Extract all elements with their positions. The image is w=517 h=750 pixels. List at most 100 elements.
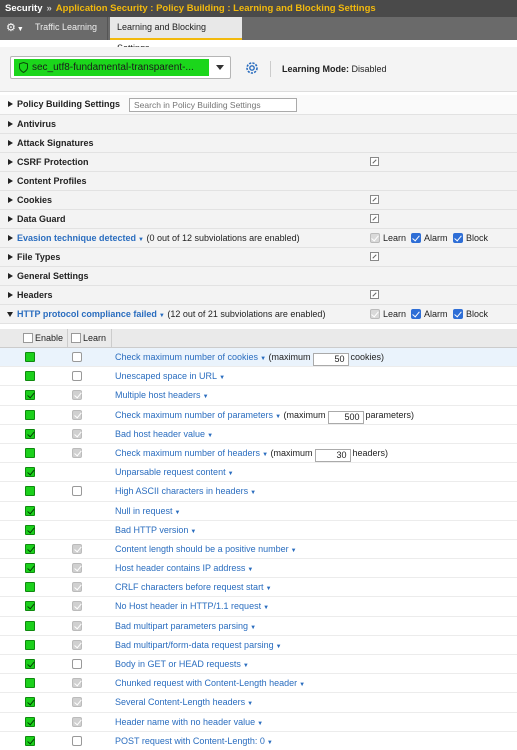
expand-icon[interactable] <box>8 140 13 146</box>
enable-checkbox[interactable] <box>25 563 35 574</box>
subviolation-name[interactable]: Check maximum number of headers ▼ (maximu… <box>115 448 388 462</box>
external-link-icon[interactable] <box>370 252 379 261</box>
chevron-down-icon[interactable]: ▼ <box>243 663 249 669</box>
subviolation-name[interactable]: Multiple host headers ▼ <box>115 390 209 400</box>
subviolation-label[interactable]: Multiple host headers <box>115 390 201 400</box>
chevron-down-icon[interactable]: ▼ <box>175 510 181 516</box>
subviolation-label[interactable]: High ASCII characters in headers <box>115 486 248 496</box>
enable-checkbox[interactable] <box>25 735 35 746</box>
external-link-icon[interactable] <box>370 195 379 204</box>
learn-checkbox[interactable] <box>72 447 82 458</box>
chevron-down-icon[interactable]: ▼ <box>138 237 144 243</box>
learn-checkbox[interactable] <box>72 716 82 727</box>
subviolation-name[interactable]: Several Content-Length headers ▼ <box>115 697 253 707</box>
violation-link[interactable]: HTTP protocol compliance failed <box>17 309 157 319</box>
learn-checkbox[interactable] <box>72 543 82 554</box>
enable-checkbox[interactable] <box>25 409 35 420</box>
enable-checkbox[interactable] <box>25 486 35 497</box>
subviolation-label[interactable]: Bad multipart parameters parsing <box>115 621 248 631</box>
learn-checkbox[interactable] <box>72 678 82 689</box>
subviolation-name[interactable]: Check maximum number of parameters ▼ (max… <box>115 410 414 424</box>
learn-flag[interactable]: Learn <box>370 309 406 320</box>
alarm-checkbox[interactable] <box>411 309 421 319</box>
subviolation-name[interactable]: No Host header in HTTP/1.1 request ▼ <box>115 601 269 611</box>
chevron-down-icon[interactable]: ▼ <box>266 586 272 592</box>
subviolation-name[interactable]: Body in GET or HEAD requests ▼ <box>115 659 249 669</box>
chevron-down-icon[interactable]: ▼ <box>159 313 165 319</box>
section-content-profiles[interactable]: Content Profiles <box>0 172 517 191</box>
alarm-flag[interactable]: Alarm <box>411 233 448 244</box>
subviolation-name[interactable]: POST request with Content-Length: 0 ▼ <box>115 736 273 746</box>
learn-checkbox[interactable] <box>72 352 82 362</box>
chevron-down-icon[interactable]: ▼ <box>276 644 282 650</box>
section-label[interactable]: HTTP protocol compliance failed ▼ (12 out… <box>17 309 325 319</box>
learn-all-checkbox[interactable] <box>71 333 81 343</box>
subviolation-name[interactable]: Bad multipart parameters parsing ▼ <box>115 621 256 631</box>
section-attack-signatures[interactable]: Attack Signatures <box>0 134 517 153</box>
collapse-icon[interactable] <box>7 312 13 317</box>
chevron-down-icon[interactable]: ▼ <box>250 625 256 631</box>
expand-icon[interactable] <box>8 159 13 165</box>
chevron-down-icon[interactable]: ▼ <box>257 721 263 727</box>
section-evasion-technique[interactable]: Evasion technique detected ▼ (0 out of 12… <box>0 229 517 248</box>
subviolation-name[interactable]: Bad HTTP version ▼ <box>115 525 196 535</box>
enable-checkbox[interactable] <box>25 582 35 593</box>
enable-checkbox[interactable] <box>25 467 35 478</box>
learn-checkbox[interactable] <box>370 309 380 319</box>
subviolation-name[interactable]: Check maximum number of cookies ▼ (maximu… <box>115 352 384 366</box>
subviolation-label[interactable]: Bad host header value <box>115 429 205 439</box>
chevron-down-icon[interactable]: ▼ <box>203 394 209 400</box>
enable-all-checkbox[interactable] <box>23 333 33 343</box>
external-link-icon[interactable] <box>370 290 379 299</box>
chevron-down-icon[interactable]: ▼ <box>267 740 273 746</box>
subviolation-name[interactable]: CRLF characters before request start ▼ <box>115 582 272 592</box>
enable-column-header[interactable]: Enable <box>21 329 66 348</box>
subviolation-name[interactable]: High ASCII characters in headers ▼ <box>115 486 256 496</box>
subviolation-name[interactable]: Unescaped space in URL ▼ <box>115 371 225 381</box>
enable-checkbox[interactable] <box>25 697 35 708</box>
enable-checkbox[interactable] <box>25 716 35 727</box>
subviolation-name[interactable]: Content length should be a positive numb… <box>115 544 297 554</box>
subviolation-label[interactable]: No Host header in HTTP/1.1 request <box>115 601 261 611</box>
chevron-down-icon[interactable]: ▼ <box>260 356 266 362</box>
learn-checkbox[interactable] <box>72 735 82 746</box>
learn-column-header[interactable]: Learn <box>67 329 112 348</box>
enable-checkbox[interactable] <box>25 352 35 362</box>
learn-checkbox[interactable] <box>72 659 82 669</box>
enable-checkbox[interactable] <box>25 620 35 631</box>
breadcrumb-path[interactable]: Application Security : Policy Building :… <box>56 3 376 14</box>
subviolation-name[interactable]: Bad host header value ▼ <box>115 429 213 439</box>
subviolation-name[interactable]: Host header contains IP address ▼ <box>115 563 253 573</box>
subviolation-name[interactable]: Bad multipart/form-data request parsing ▼ <box>115 640 282 650</box>
enable-checkbox[interactable] <box>25 390 35 401</box>
enable-checkbox[interactable] <box>25 639 35 650</box>
policy-select[interactable]: sec_utf8-fundamental-transparent-... <box>10 56 231 79</box>
chevron-down-icon[interactable]: ▼ <box>250 490 256 496</box>
subviolation-label[interactable]: Host header contains IP address <box>115 563 245 573</box>
block-flag[interactable]: Block <box>453 233 488 244</box>
learn-checkbox[interactable] <box>72 428 82 439</box>
settings-search-input[interactable] <box>129 98 297 112</box>
subviolation-label[interactable]: Body in GET or HEAD requests <box>115 659 241 669</box>
enable-checkbox[interactable] <box>25 524 35 535</box>
enable-checkbox[interactable] <box>25 447 35 458</box>
subviolation-label[interactable]: Header name with no header value <box>115 717 255 727</box>
expand-icon[interactable] <box>8 273 13 279</box>
learn-checkbox[interactable] <box>72 409 82 420</box>
chevron-down-icon[interactable]: ▼ <box>190 529 196 535</box>
gear-icon[interactable] <box>244 60 260 76</box>
expand-icon[interactable] <box>8 235 13 241</box>
learn-checkbox[interactable] <box>370 233 380 243</box>
subviolation-label[interactable]: Check maximum number of parameters <box>115 410 273 420</box>
chevron-down-icon[interactable]: ▼ <box>299 682 305 688</box>
tab-traffic-learning[interactable]: Traffic Learning <box>28 17 108 40</box>
expand-icon[interactable] <box>8 178 13 184</box>
subviolation-label[interactable]: Null in request <box>115 506 173 516</box>
subviolation-name[interactable]: Unparsable request content ▼ <box>115 467 234 477</box>
subviolation-name[interactable]: Chunked request with Content-Length head… <box>115 678 305 688</box>
learn-checkbox[interactable] <box>72 639 82 650</box>
section-antivirus[interactable]: Antivirus <box>0 115 517 134</box>
chevron-down-icon[interactable]: ▼ <box>207 433 213 439</box>
settings-header-row[interactable]: Policy Building Settings <box>0 95 517 115</box>
subviolation-label[interactable]: POST request with Content-Length: 0 <box>115 736 265 746</box>
